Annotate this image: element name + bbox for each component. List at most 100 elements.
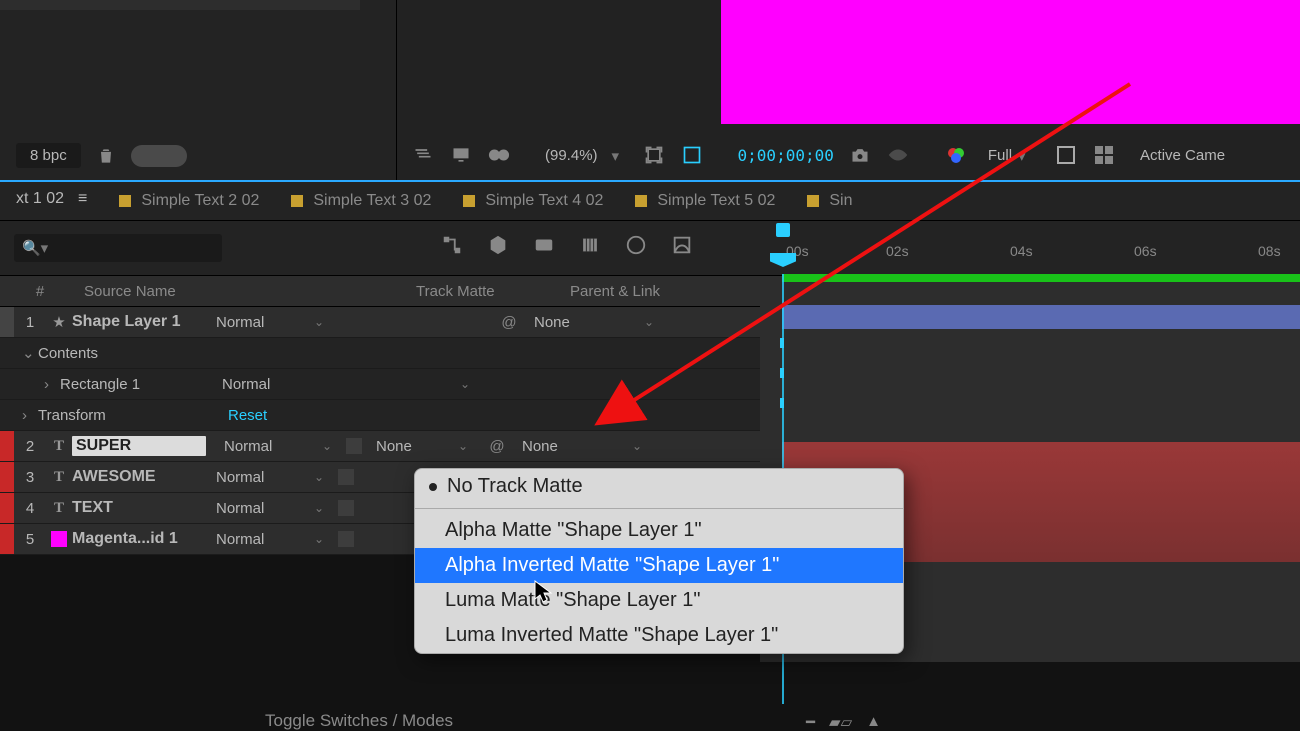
text-layer-icon: T xyxy=(54,469,64,486)
layer-label-color[interactable] xyxy=(0,431,14,461)
render-toggle[interactable] xyxy=(131,145,187,167)
tab-4[interactable]: Simple Text 4 02 xyxy=(447,182,619,220)
pickwhip-icon[interactable]: @ xyxy=(486,435,508,457)
menu-item-alpha[interactable]: Alpha Matte "Shape Layer 1" xyxy=(415,513,903,548)
parent-dropdown[interactable]: None⌄ xyxy=(516,438,648,455)
ruler-tick: 04s xyxy=(1010,243,1033,259)
zoom-slider-icon[interactable]: ▰▱ xyxy=(829,713,852,731)
zoom-out-icon[interactable]: ━ xyxy=(806,713,815,731)
timeline-search[interactable]: 🔍▾ xyxy=(14,234,222,262)
layer-bar-1[interactable] xyxy=(782,305,1300,329)
layer-label-color[interactable] xyxy=(0,307,14,337)
col-source-name[interactable]: Source Name xyxy=(76,283,270,300)
menu-item-no-matte[interactable]: No Track Matte xyxy=(415,469,903,504)
playhead[interactable] xyxy=(770,253,796,267)
trkmat-switch[interactable] xyxy=(338,531,354,547)
guide-icon[interactable] xyxy=(1054,143,1078,167)
trkmat-switch[interactable] xyxy=(346,438,362,454)
caret-right-icon: › xyxy=(44,376,60,393)
layer-index: 3 xyxy=(14,469,46,486)
transparency-grid-icon[interactable] xyxy=(680,143,704,167)
blend-mode-dropdown[interactable]: Normal⌄ xyxy=(218,438,338,455)
parent-dropdown[interactable]: None⌄ xyxy=(528,314,660,331)
zoom-chevron-icon[interactable]: ▾ xyxy=(612,147,628,163)
draft3d-icon[interactable] xyxy=(486,233,510,257)
comp-icon xyxy=(807,195,819,207)
zoom-readout[interactable]: (99.4%) xyxy=(545,147,598,164)
ruler-tick: 02s xyxy=(886,243,909,259)
toggle-switches-button[interactable]: Toggle Switches / Modes xyxy=(265,711,453,731)
tab-6[interactable]: Sin xyxy=(791,182,868,220)
mask-icon[interactable] xyxy=(487,143,511,167)
reset-link[interactable]: Reset xyxy=(228,407,267,424)
layer-name[interactable]: Magenta...id 1 xyxy=(72,530,210,548)
roi-icon[interactable] xyxy=(642,143,666,167)
frame-blend-icon[interactable] xyxy=(532,233,556,257)
menu-item-luma-inverted[interactable]: Luma Inverted Matte "Shape Layer 1" xyxy=(415,618,903,653)
shape-mode-dropdown[interactable]: Normal⌄ xyxy=(216,376,476,393)
resolution-dropdown[interactable]: Full▾ xyxy=(982,145,1040,166)
tab-1[interactable]: xt 1 02≡ xyxy=(0,180,103,220)
current-time[interactable]: 0;00;00;00 xyxy=(738,146,834,165)
channels-icon[interactable] xyxy=(944,143,968,167)
layer-label-color[interactable] xyxy=(0,524,14,554)
project-panel: 8 bpc xyxy=(0,0,395,180)
mountain-icon[interactable]: ▲ xyxy=(866,713,881,731)
work-area-bar[interactable] xyxy=(782,274,1300,282)
layer-name[interactable]: SUPER xyxy=(72,436,206,456)
snapshot-icon[interactable] xyxy=(848,143,872,167)
blend-mode-dropdown[interactable]: Normal⌄ xyxy=(210,500,330,517)
col-track-matte[interactable]: Track Matte xyxy=(408,283,562,300)
tab-3[interactable]: Simple Text 3 02 xyxy=(275,182,447,220)
track-matte-dropdown[interactable]: None⌄ xyxy=(370,438,474,455)
camera-dropdown[interactable]: Active Came xyxy=(1140,147,1225,164)
blend-mode-dropdown[interactable]: Normal⌄ xyxy=(210,531,330,548)
viewer-toolbar: (99.4%) ▾ 0;00;00;00 Full▾ Active Came xyxy=(405,140,1300,170)
comp-icon xyxy=(119,195,131,207)
solid-layer-icon xyxy=(51,531,67,547)
pickwhip-icon[interactable]: @ xyxy=(498,311,520,333)
composition-tabs: xt 1 02≡ Simple Text 2 02 Simple Text 3 … xyxy=(0,182,1300,221)
bpc-button[interactable]: 8 bpc xyxy=(16,143,81,168)
menu-item-alpha-inverted[interactable]: Alpha Inverted Matte "Shape Layer 1" xyxy=(415,548,903,583)
layer-index: 1 xyxy=(14,314,46,331)
ruler-tick: 06s xyxy=(1134,243,1157,259)
time-ruler[interactable]: 00s 02s 04s 06s 08s xyxy=(760,221,1300,275)
layer-index: 5 xyxy=(14,531,46,548)
layer-label-color[interactable] xyxy=(0,493,14,523)
blend-mode-dropdown[interactable]: Normal⌄ xyxy=(210,314,330,331)
ruler-tick: 08s xyxy=(1258,243,1281,259)
layer-index: 4 xyxy=(14,500,46,517)
comp-icon xyxy=(463,195,475,207)
trkmat-switch[interactable] xyxy=(338,500,354,516)
comp-icon xyxy=(635,195,647,207)
tab-5[interactable]: Simple Text 5 02 xyxy=(619,182,791,220)
tab-2[interactable]: Simple Text 2 02 xyxy=(103,182,275,220)
menu-item-luma[interactable]: Luma Matte "Shape Layer 1" xyxy=(415,583,903,618)
preview-magenta-solid xyxy=(721,0,1300,124)
layers-icon[interactable] xyxy=(411,143,435,167)
comp-flow-icon[interactable] xyxy=(440,233,464,257)
col-parent[interactable]: Parent & Link xyxy=(562,283,740,300)
work-area-start[interactable] xyxy=(776,223,790,237)
motion-blur-icon[interactable] xyxy=(578,233,602,257)
layer-label-color[interactable] xyxy=(0,462,14,492)
selected-bullet-icon xyxy=(429,483,437,491)
layer-name[interactable]: AWESOME xyxy=(72,468,210,486)
tab-menu-icon[interactable]: ≡ xyxy=(78,190,87,208)
text-layer-icon: T xyxy=(54,500,64,517)
col-number: # xyxy=(16,283,56,300)
monitor-icon[interactable] xyxy=(449,143,473,167)
brainstorm-icon[interactable] xyxy=(670,233,694,257)
layer-name[interactable]: Shape Layer 1 xyxy=(72,313,210,331)
show-snapshot-icon[interactable] xyxy=(886,143,910,167)
blend-mode-dropdown[interactable]: Normal⌄ xyxy=(210,469,330,486)
text-layer-icon: T xyxy=(54,438,64,455)
layer-index: 2 xyxy=(14,438,46,455)
comp-icon xyxy=(291,195,303,207)
graph-icon[interactable] xyxy=(624,233,648,257)
grid-icon[interactable] xyxy=(1092,143,1116,167)
layer-name[interactable]: TEXT xyxy=(72,499,210,517)
trash-icon[interactable] xyxy=(95,145,117,167)
trkmat-switch[interactable] xyxy=(338,469,354,485)
